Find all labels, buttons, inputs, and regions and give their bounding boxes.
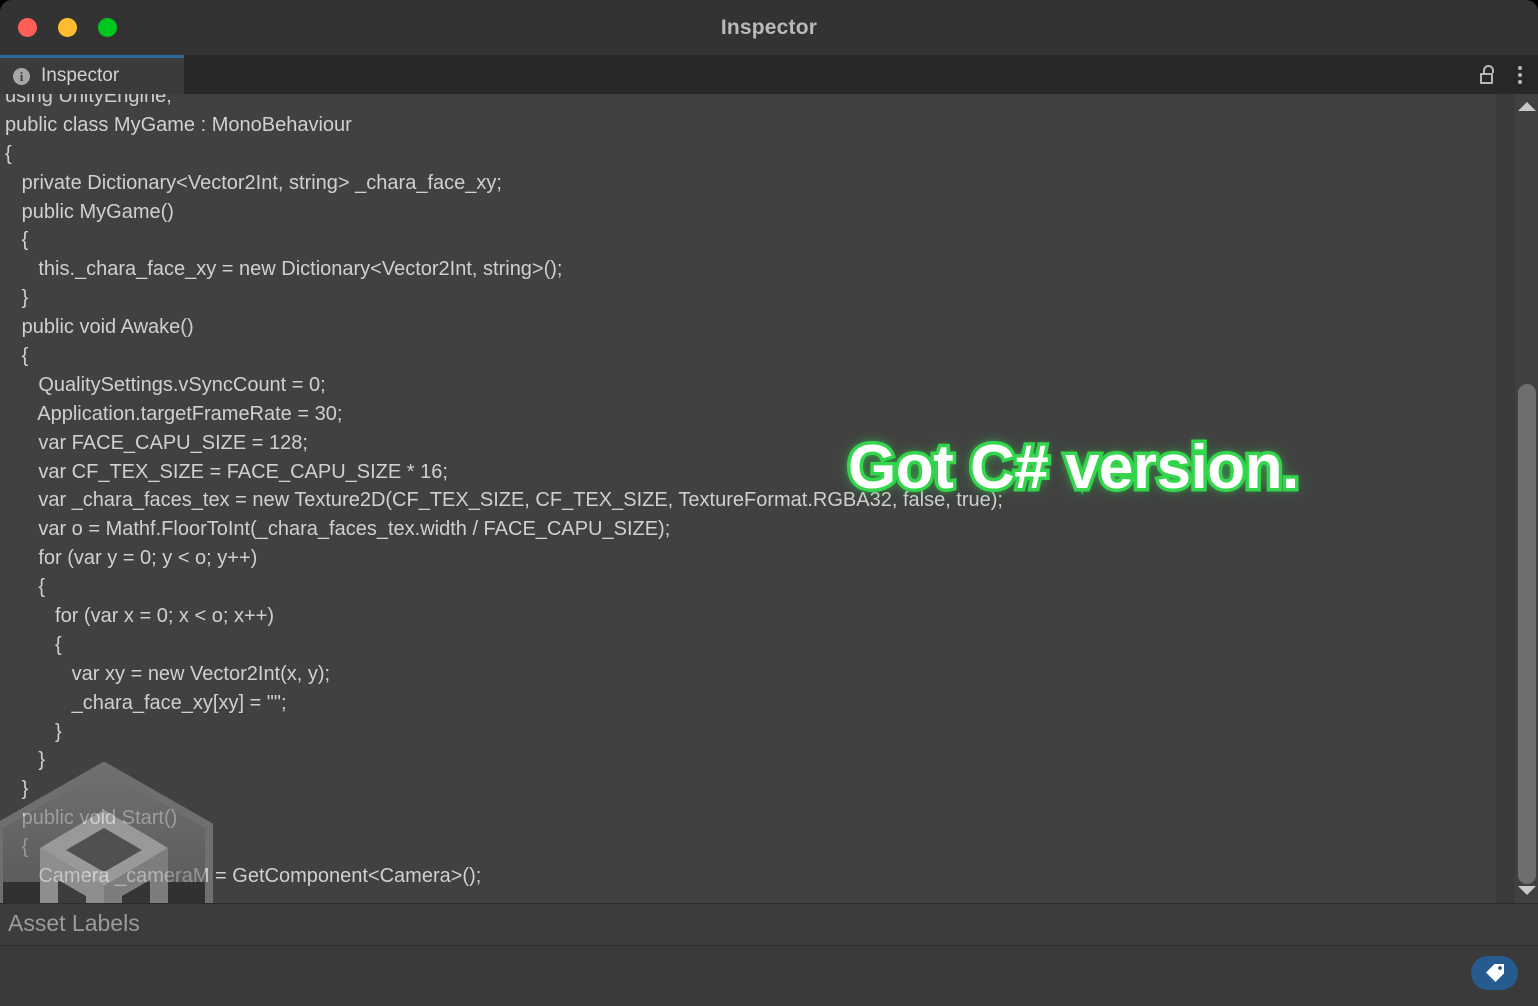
tab-bar: i Inspector — [0, 55, 1538, 94]
code-line: } — [5, 718, 1496, 747]
code-line: var xy = new Vector2Int(x, y); — [5, 660, 1496, 689]
code-line: Camera _cameraM = GetComponent<Camera>()… — [5, 862, 1496, 891]
code-line: { — [5, 226, 1496, 255]
code-line: public void Awake() — [5, 313, 1496, 342]
lock-body — [1480, 73, 1493, 84]
code-line: { — [5, 833, 1496, 862]
tab-inspector[interactable]: i Inspector — [0, 55, 184, 94]
code-line: } — [5, 746, 1496, 775]
code-line: { — [5, 140, 1496, 169]
vertical-scrollbar[interactable] — [1496, 94, 1538, 903]
scroll-down-arrow-icon[interactable] — [1518, 886, 1536, 895]
code-line: var o = Mathf.FloorToInt(_chara_faces_te… — [5, 515, 1496, 544]
code-line: { — [5, 342, 1496, 371]
asset-labels-section — [0, 904, 1538, 945]
info-icon: i — [13, 68, 30, 85]
tag-icon[interactable] — [1471, 956, 1518, 990]
lock-shackle — [1483, 65, 1494, 73]
code-line: Application.targetFrameRate = 30; — [5, 400, 1496, 429]
code-line: } — [5, 284, 1496, 313]
code-line: { — [5, 573, 1496, 602]
code-line: for (var y = 0; y < o; y++) — [5, 544, 1496, 573]
code-line: public void Start() — [5, 804, 1496, 833]
annotation-overlay-text: Got C# version. — [848, 432, 1299, 503]
kebab-dot-1 — [1518, 66, 1522, 70]
code-line: this._chara_face_xy = new Dictionary<Vec… — [5, 255, 1496, 284]
code-line: using UnityEngine; — [5, 94, 1496, 111]
inspector-window: Inspector i Inspector using UnityEngine;… — [0, 0, 1538, 1006]
code-line: private Dictionary<Vector2Int, string> _… — [5, 169, 1496, 198]
code-line: for (var x = 0; x < o; x++) — [5, 602, 1496, 631]
code-line: { — [5, 631, 1496, 660]
tab-inspector-label: Inspector — [41, 65, 119, 87]
code-line: public class MyGame : MonoBehaviour — [5, 111, 1496, 140]
tab-bar-actions — [1479, 55, 1528, 94]
kebab-dot-2 — [1518, 73, 1522, 77]
bottom-bar — [0, 946, 1538, 1006]
scrollbar-thumb[interactable] — [1518, 384, 1536, 884]
code-line: QualitySettings.vSyncCount = 0; — [5, 371, 1496, 400]
code-line: public MyGame() — [5, 198, 1496, 227]
code-line: } — [5, 775, 1496, 804]
code-line: _chara_face_xy[xy] = ""; — [5, 689, 1496, 718]
kebab-dot-3 — [1518, 80, 1522, 84]
kebab-menu-icon[interactable] — [1512, 63, 1528, 87]
footer-divider-top — [0, 903, 1538, 904]
scroll-up-arrow-icon[interactable] — [1518, 102, 1536, 111]
window-title: Inspector — [0, 0, 1538, 55]
lock-icon[interactable] — [1479, 65, 1496, 84]
window-titlebar: Inspector — [0, 0, 1538, 55]
